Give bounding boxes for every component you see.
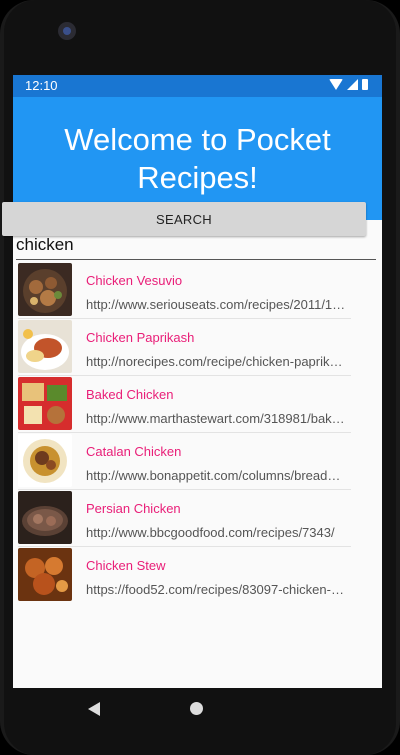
home-icon[interactable] [190, 702, 203, 715]
chicken-vesuvio-image [18, 263, 72, 316]
catalan-chicken-image [18, 434, 72, 487]
result-url: http://www.marthastewart.com/318981/bak… [86, 411, 345, 426]
page-title: Welcome to Pocket Recipes! [64, 121, 331, 195]
result-url: http://www.seriouseats.com/recipes/2011/… [86, 297, 346, 312]
result-item[interactable]: Persian Chicken http://www.bbcgoodfood.c… [18, 490, 351, 547]
result-title: Chicken Paprikash [86, 330, 195, 345]
phone-frame: 12:10 Welcome to Pocket Recipes! SEARCH … [0, 0, 400, 755]
results-list: Chicken Vesuvio http://www.seriouseats.c… [18, 262, 351, 603]
result-url: http://www.bonappetit.com/columns/bread… [86, 468, 341, 483]
chicken-paprikash-image [18, 320, 72, 373]
result-title: Chicken Vesuvio [86, 273, 183, 288]
status-time: 12:10 [25, 78, 58, 93]
search-button[interactable]: SEARCH [2, 202, 366, 236]
chicken-stew-image [18, 548, 72, 601]
camera-icon [58, 22, 76, 40]
result-item[interactable]: Chicken Vesuvio http://www.seriouseats.c… [18, 262, 351, 319]
result-title: Baked Chicken [86, 387, 174, 402]
result-title: Catalan Chicken [86, 444, 182, 459]
result-item[interactable]: Chicken Stew https://food52.com/recipes/… [18, 547, 351, 603]
result-title: Chicken Stew [86, 558, 166, 573]
navigation-bar [13, 688, 382, 733]
battery-icon [362, 79, 368, 90]
wifi-icon [329, 79, 343, 90]
status-icons [329, 79, 368, 90]
back-icon[interactable] [88, 702, 100, 716]
result-item[interactable]: Catalan Chicken http://www.bonappetit.co… [18, 433, 351, 490]
result-item[interactable]: Baked Chicken http://www.marthastewart.c… [18, 376, 351, 433]
result-url: http://norecipes.com/recipe/chicken-papr… [86, 354, 348, 369]
persian-chicken-image [18, 491, 72, 544]
result-url: http://www.bbcgoodfood.com/recipes/7343/ [86, 525, 335, 540]
result-title: Persian Chicken [86, 501, 181, 516]
result-url: https://food52.com/recipes/83097-chicken… [86, 582, 348, 597]
status-bar: 12:10 [13, 75, 382, 97]
result-item[interactable]: Chicken Paprikash http://norecipes.com/r… [18, 319, 351, 376]
signal-icon [347, 79, 358, 90]
baked-chicken-image [18, 377, 72, 430]
